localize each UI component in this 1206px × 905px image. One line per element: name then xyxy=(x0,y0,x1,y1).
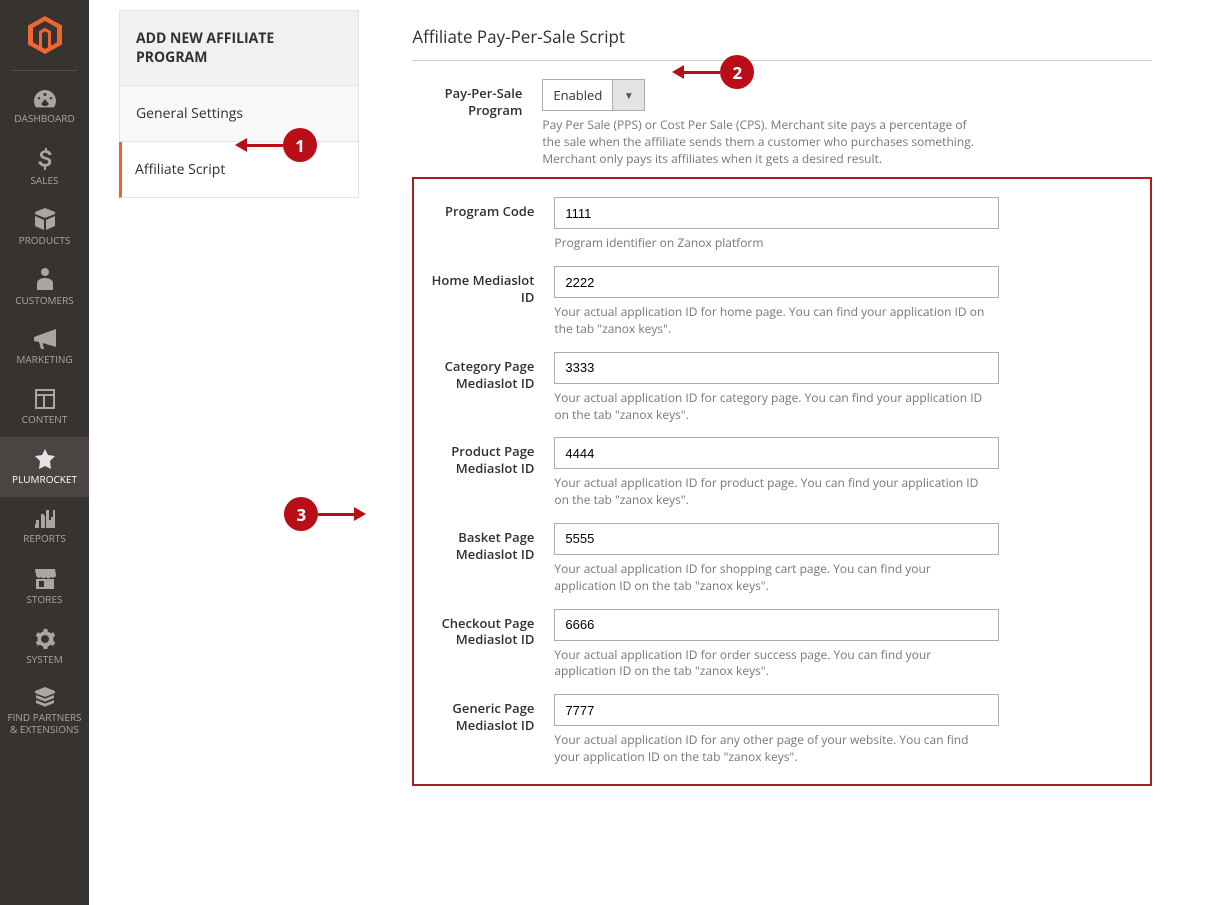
help-checkout-mediaslot: Your actual application ID for order suc… xyxy=(554,647,994,681)
input-product-mediaslot[interactable] xyxy=(554,437,999,469)
help-enable: Pay Per Sale (PPS) or Cost Per Sale (CPS… xyxy=(542,117,982,167)
row-generic-mediaslot: Generic Page Mediaslot ID Your actual ap… xyxy=(424,694,1130,766)
enable-select[interactable]: Enabled ▼ xyxy=(542,79,645,111)
sidebar-label: SYSTEM xyxy=(26,653,63,665)
tab-label: Affiliate Script xyxy=(135,160,225,179)
form-content: 2 3 Affiliate Pay-Per-Sale Script Pay-Pe… xyxy=(412,25,1152,786)
help-program-code: Program identifier on Zanox platform xyxy=(554,235,994,252)
sidebar-label: PRODUCTS xyxy=(19,234,71,246)
row-program-code: Program Code Program identifier on Zanox… xyxy=(424,197,1130,252)
sidebar-item-customers[interactable]: CUSTOMERS xyxy=(0,257,89,317)
help-home-mediaslot: Your actual application ID for home page… xyxy=(554,304,994,338)
sidebar-label: FIND PARTNERS & EXTENSIONS xyxy=(4,711,85,735)
help-product-mediaslot: Your actual application ID for product p… xyxy=(554,475,994,509)
callout-badge: 1 xyxy=(283,128,317,162)
sidebar-label: CUSTOMERS xyxy=(15,294,74,306)
sidebar-item-sales[interactable]: SALES xyxy=(0,137,89,197)
label-basket-mediaslot: Basket Page Mediaslot ID xyxy=(424,523,554,595)
callout-badge: 3 xyxy=(284,497,318,531)
input-basket-mediaslot[interactable] xyxy=(554,523,999,555)
input-home-mediaslot[interactable] xyxy=(554,266,999,298)
sales-icon xyxy=(38,148,52,170)
sidebar-label: DASHBOARD xyxy=(14,112,74,124)
plumrocket-icon xyxy=(35,449,55,469)
stores-icon xyxy=(34,569,56,589)
input-category-mediaslot[interactable] xyxy=(554,352,999,384)
callout-2: 2 xyxy=(672,55,754,89)
main-content: ADD NEW AFFILIATE PROGRAM General Settin… xyxy=(89,0,1206,806)
reports-icon xyxy=(35,510,55,528)
dropdown-arrow-icon: ▼ xyxy=(613,79,645,111)
input-checkout-mediaslot[interactable] xyxy=(554,609,999,641)
select-value: Enabled xyxy=(542,79,613,111)
label-product-mediaslot: Product Page Mediaslot ID xyxy=(424,437,554,509)
dashboard-icon xyxy=(34,90,56,108)
sidebar-label: CONTENT xyxy=(22,413,68,425)
content-icon xyxy=(35,389,55,409)
label-generic-mediaslot: Generic Page Mediaslot ID xyxy=(424,694,554,766)
sidebar-label: STORES xyxy=(27,593,63,605)
sidebar-label: SALES xyxy=(30,174,58,186)
help-basket-mediaslot: Your actual application ID for shopping … xyxy=(554,561,994,595)
marketing-icon xyxy=(34,329,56,349)
tabs-header: ADD NEW AFFILIATE PROGRAM xyxy=(119,10,359,86)
fields-highlight-box: Program Code Program identifier on Zanox… xyxy=(412,177,1152,785)
sidebar-item-content[interactable]: CONTENT xyxy=(0,377,89,437)
callout-badge: 2 xyxy=(720,55,754,89)
sidebar-label: PLUMROCKET xyxy=(12,473,77,485)
sidebar-label: REPORTS xyxy=(23,532,66,544)
row-basket-mediaslot: Basket Page Mediaslot ID Your actual app… xyxy=(424,523,1130,595)
sidebar-item-plumrocket[interactable]: PLUMROCKET xyxy=(0,437,89,497)
sidebar-item-system[interactable]: SYSTEM xyxy=(0,617,89,677)
row-checkout-mediaslot: Checkout Page Mediaslot ID Your actual a… xyxy=(424,609,1130,681)
customers-icon xyxy=(37,268,53,290)
control-enable: Enabled ▼ Pay Per Sale (PPS) or Cost Per… xyxy=(542,79,1152,167)
section-title: Affiliate Pay-Per-Sale Script xyxy=(412,25,1152,61)
label-enable: Pay-Per-Sale Program xyxy=(412,79,542,167)
row-category-mediaslot: Category Page Mediaslot ID Your actual a… xyxy=(424,352,1130,424)
sidebar-label: MARKETING xyxy=(16,353,72,365)
label-home-mediaslot: Home Mediaslot ID xyxy=(424,266,554,338)
sidebar-item-partners[interactable]: FIND PARTNERS & EXTENSIONS xyxy=(0,677,89,745)
logo-icon[interactable] xyxy=(0,0,89,70)
label-checkout-mediaslot: Checkout Page Mediaslot ID xyxy=(424,609,554,681)
tab-label: General Settings xyxy=(136,104,243,123)
label-category-mediaslot: Category Page Mediaslot ID xyxy=(424,352,554,424)
row-home-mediaslot: Home Mediaslot ID Your actual applicatio… xyxy=(424,266,1130,338)
callout-1: 1 xyxy=(235,128,317,162)
input-generic-mediaslot[interactable] xyxy=(554,694,999,726)
partners-icon xyxy=(34,687,56,707)
help-category-mediaslot: Your actual application ID for category … xyxy=(554,390,994,424)
help-generic-mediaslot: Your actual application ID for any other… xyxy=(554,732,994,766)
system-icon xyxy=(35,629,55,649)
row-product-mediaslot: Product Page Mediaslot ID Your actual ap… xyxy=(424,437,1130,509)
sidebar-item-marketing[interactable]: MARKETING xyxy=(0,317,89,377)
sidebar-item-dashboard[interactable]: DASHBOARD xyxy=(0,77,89,137)
sidebar-item-stores[interactable]: STORES xyxy=(0,557,89,617)
admin-sidebar: DASHBOARD SALES PRODUCTS CUSTOMERS MARKE… xyxy=(0,0,89,905)
label-program-code: Program Code xyxy=(424,197,554,252)
callout-3: 3 xyxy=(284,497,366,531)
sidebar-item-products[interactable]: PRODUCTS xyxy=(0,197,89,257)
row-enable: Pay-Per-Sale Program Enabled ▼ Pay Per S… xyxy=(412,79,1152,167)
products-icon xyxy=(34,208,56,230)
input-program-code[interactable] xyxy=(554,197,999,229)
tabs-panel: ADD NEW AFFILIATE PROGRAM General Settin… xyxy=(119,10,359,198)
sidebar-item-reports[interactable]: REPORTS xyxy=(0,497,89,557)
